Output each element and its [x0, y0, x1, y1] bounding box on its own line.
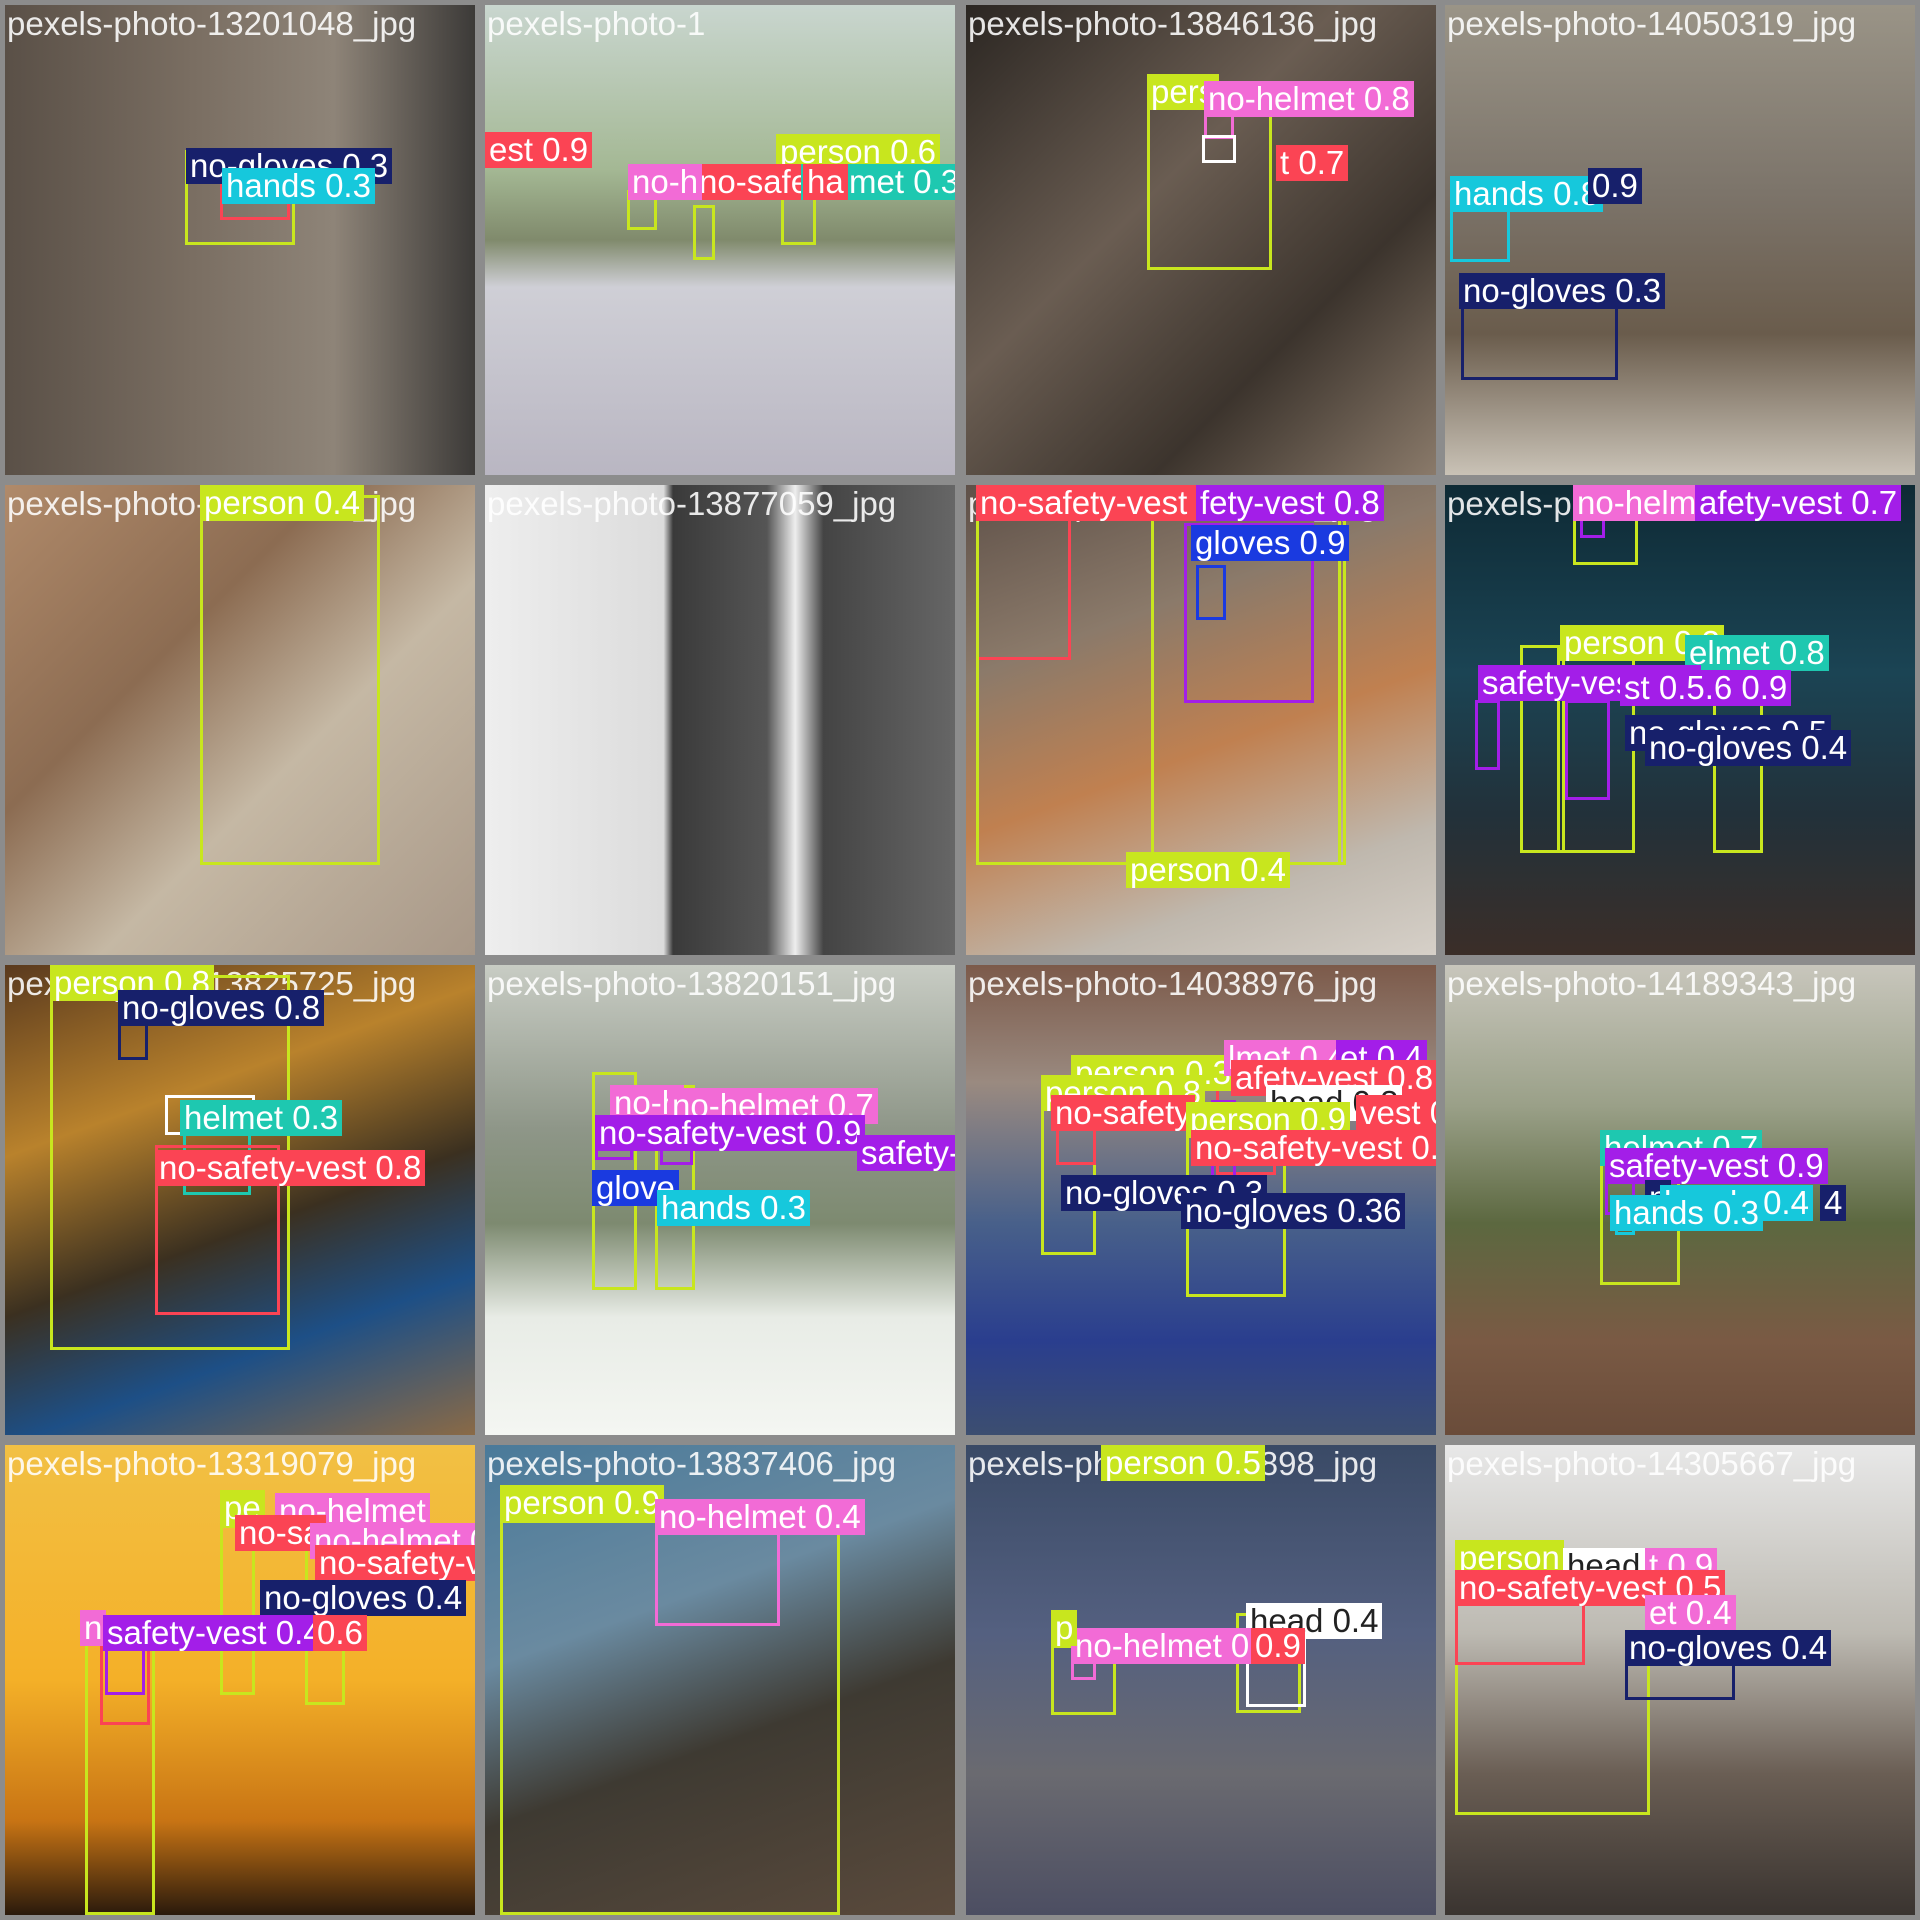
- detection-label: no-safety-vest 0.9: [595, 1115, 866, 1151]
- detection-label: safety-vest 0.4: [103, 1615, 326, 1651]
- detection-label: t 0.7: [1276, 145, 1349, 181]
- detection-label: person 0.4: [1126, 852, 1290, 888]
- image-tile: pexels-photo-13229623_jpgperson 0.4: [5, 485, 475, 955]
- detection-label: 0.6: [313, 1615, 367, 1651]
- detection-label: helmet 0.3: [180, 1100, 343, 1136]
- detection-label: no-safety-vest 0.8: [155, 1150, 426, 1186]
- image-tile: pexels-photo-1 est 0.9 person 0.6 no-safet n…: [485, 5, 955, 475]
- detection-label: no-helmet 0.8: [1204, 81, 1414, 117]
- detection-label: afety-vest 0.7: [1695, 485, 1902, 521]
- tile-filename: pexels-photo-13201048_jpg: [7, 5, 417, 42]
- image-tile: pexels-photo-14189343_jpghelmet 0.7safet…: [1445, 965, 1915, 1435]
- bounding-box: [1475, 700, 1500, 770]
- detection-label: gloves 0.9: [1191, 525, 1350, 561]
- tile-filename: pexels-photo-13837406_jpg: [487, 1445, 897, 1482]
- detection-label: hands 0.8: [1450, 176, 1603, 212]
- bounding-box: [1202, 135, 1236, 163]
- image-tile: pexels-photo-14501no-helmet 0.5afety-ves…: [1445, 485, 1915, 955]
- detection-label: no-safety-vest 0.8: [1191, 1130, 1436, 1166]
- tile-filename: pexels-photo-14305667_jpg: [1447, 1445, 1857, 1482]
- detection-label: no-helmet 0.4: [655, 1499, 865, 1535]
- detection-label: no-gloves 0.4: [1625, 1630, 1832, 1666]
- tile-filename: pexels-photo-14050319_jpg: [1447, 5, 1857, 42]
- image-tile: pexels-photo-13825725_jpgperson 0.8no-gl…: [5, 965, 475, 1435]
- tile-filename: pexels-photo-14038976_jpg: [968, 965, 1378, 1002]
- detection-label: no-safety-vest 0.9: [315, 1545, 475, 1581]
- detection-label: person 0.4: [200, 485, 364, 521]
- detection-label: p: [1051, 1610, 1078, 1646]
- image-tile: pexels-photo-13319079_jpg pe no-helmet no-s…: [5, 1445, 475, 1915]
- detection-label: no-gloves 0.4: [260, 1580, 467, 1616]
- image-tile: pexels-photo-14038976_jpg person 0.3 lmet …: [966, 965, 1436, 1435]
- detection-label: safety-vest 0.9: [1605, 1148, 1828, 1184]
- detection-label: hands 0.3: [657, 1190, 810, 1226]
- detection-label: 4: [1820, 1185, 1847, 1221]
- detection-label: 0.9: [1251, 1628, 1305, 1664]
- tile-filename: pexels-photo-1: [487, 5, 706, 42]
- tile-filename: pexels-photo-13319079_jpg: [7, 1445, 417, 1482]
- tile-filename: pexels-photo-13820151_jpg: [487, 965, 897, 1002]
- image-tile: pexels-photo-14305667_jpg person head 0.9 t…: [1445, 1445, 1915, 1915]
- detection-label: no-safety: [1051, 1095, 1195, 1131]
- detection-label: no-gloves 0.3: [1459, 273, 1666, 309]
- detection-label: no-gloves 0.4: [1645, 730, 1852, 766]
- photo-scene: [1445, 5, 1915, 475]
- image-tile: pexels-photo-13820151_jpg no-h no-helmet 0…: [485, 965, 955, 1435]
- detection-label: st 0.5.6 0.9: [1620, 670, 1792, 706]
- image-tile: pexels-photo-13846136_jpg pers no-helmet 0…: [966, 5, 1436, 475]
- bounding-box: [200, 495, 380, 865]
- detection-label: person 0.5: [1101, 1445, 1265, 1481]
- detection-label: vest 0.9: [1356, 1095, 1436, 1131]
- photo-scene: [966, 1445, 1436, 1915]
- bounding-box: [1565, 700, 1610, 800]
- bounding-box: [781, 195, 816, 245]
- detection-label: safety-vest 0.3: [857, 1135, 955, 1171]
- photo-scene: [485, 485, 955, 955]
- image-tile: pexels-photo-13877059_jpg: [485, 485, 955, 955]
- tile-filename: pexels-photo-13877059_jpg: [487, 485, 897, 522]
- bounding-box: [118, 1022, 148, 1060]
- bounding-box: [655, 1531, 780, 1626]
- detection-label: person 0.9: [500, 1485, 664, 1521]
- image-tile: pexels-photo-13944023_jpgno-safety-vest …: [966, 485, 1436, 955]
- bounding-box: [1450, 207, 1510, 262]
- detection-label: elmet 0.8: [1685, 635, 1829, 671]
- detection-label: et 0.4: [1645, 1595, 1736, 1631]
- detection-label: no-helmet 0.7: [1071, 1628, 1281, 1664]
- detection-label: no-gloves 0.36: [1181, 1193, 1406, 1229]
- tile-filename: pexels-photo-14189343_jpg: [1447, 965, 1857, 1002]
- tile-filename: pexels-photo-13846136_jpg: [968, 5, 1378, 42]
- detection-label: no-h: [628, 164, 703, 200]
- detection-label: hands 0.3: [1610, 1195, 1763, 1231]
- detection-label: fety-vest 0.8: [1196, 485, 1384, 521]
- photo-scene: [485, 5, 955, 475]
- bounding-box: [1461, 305, 1618, 380]
- image-tile: pexels-photo-13201048_jpg no-gloves 0.3 ha…: [5, 5, 475, 475]
- image-tile: pexels-photo-13837406_jpg person 0.9 no-he…: [485, 1445, 955, 1915]
- bounding-box: [693, 205, 715, 260]
- image-tile: pexels-photo-14050319_jpghands 0.8 0.9 no-…: [1445, 5, 1915, 475]
- detection-label: est 0.9: [485, 132, 593, 168]
- detection-label: ha: [803, 164, 848, 200]
- image-tile: pexels-photo-14047898_jpgperson 0.5head …: [966, 1445, 1436, 1915]
- detection-label: hands 0.3: [222, 168, 375, 204]
- detection-label: 0.9: [1588, 168, 1642, 204]
- detection-label: no-gloves 0.8: [118, 990, 325, 1026]
